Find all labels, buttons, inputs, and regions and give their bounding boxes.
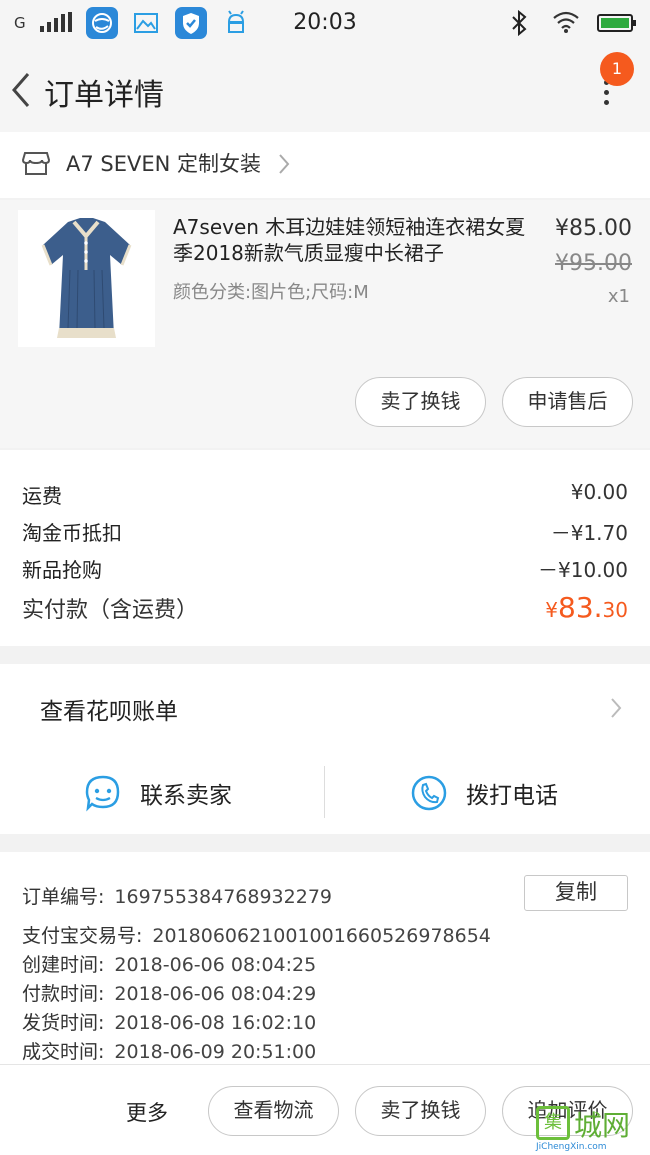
shipping-fee-row: 运费 ¥0.00 (22, 480, 628, 510)
product-original-price: ¥95.00 (555, 251, 632, 276)
product-price: ¥85.00 (555, 216, 632, 241)
info-value: 2018-06-06 08:04:29 (114, 983, 317, 1005)
info-label: 订单编号: (22, 886, 105, 908)
contact-bar: 联系卖家 拨打电话 (0, 752, 650, 834)
status-bar: G 20:03 (0, 0, 650, 46)
total-currency: ¥ (545, 598, 559, 622)
divider (324, 766, 325, 818)
notification-badge: 1 (600, 52, 634, 86)
store-name[interactable]: A7 SEVEN 定制女装 (66, 148, 261, 178)
store-icon (22, 152, 50, 175)
product-thumbnail[interactable] (18, 210, 155, 347)
bluetooth-icon (512, 10, 527, 36)
info-label: 成交时间: (22, 1041, 105, 1063)
copy-button[interactable]: 复制 (524, 875, 628, 911)
cost-label: 淘金币抵扣 (22, 521, 122, 545)
call-phone-button[interactable]: 拨打电话 (410, 752, 610, 834)
created-time-row: 创建时间: 2018-06-06 08:04:25 (22, 950, 316, 977)
paid-time-row: 付款时间: 2018-06-06 08:04:29 (22, 979, 316, 1006)
cost-value: －¥10.00 (538, 558, 628, 582)
coin-deduction-row: 淘金币抵扣 －¥1.70 (22, 517, 628, 547)
resell-button[interactable]: 卖了换钱 (355, 377, 486, 427)
completed-time-row: 成交时间: 2018-06-09 20:51:00 (22, 1037, 316, 1064)
watermark-url: JiChengXin.com (536, 1142, 607, 1152)
total-decimal: 30 (602, 598, 628, 622)
info-value: 2018-06-09 20:51:00 (114, 1041, 317, 1063)
navigation-bar: 订单详情 1 (0, 46, 650, 132)
info-value: 169755384768932279 (114, 886, 332, 908)
info-label: 发货时间: (22, 1012, 105, 1034)
after-sales-button[interactable]: 申请售后 (502, 377, 633, 427)
product-spec: 颜色分类:图片色;尺码:M (173, 282, 369, 303)
back-arrow-icon[interactable] (8, 70, 38, 110)
info-value: 2018-06-06 08:04:25 (114, 954, 317, 976)
view-logistics-button[interactable]: 查看物流 (208, 1086, 339, 1136)
alipay-trade-number-row: 支付宝交易号: 2018060621001001660526978654 (22, 921, 491, 948)
order-number-row: 订单编号: 169755384768932279 (22, 882, 332, 909)
total-integer: 83. (558, 591, 603, 624)
wifi-icon (553, 11, 579, 33)
info-label: 创建时间: (22, 954, 105, 976)
info-label: 付款时间: (22, 983, 105, 1005)
page-title: 订单详情 (44, 78, 164, 113)
cost-label: 运费 (22, 484, 62, 508)
cost-value: －¥1.70 (550, 521, 628, 545)
watermark-logo: 集 (536, 1106, 570, 1140)
info-label: 支付宝交易号: (22, 925, 143, 947)
cost-label: 新品抢购 (22, 558, 102, 582)
resell-bottom-button[interactable]: 卖了换钱 (355, 1086, 486, 1136)
total-paid-label: 实付款（含运费） (22, 598, 199, 623)
watermark-text: 城网 (574, 1109, 631, 1142)
product-title[interactable]: A7seven 木耳边娃娃领短袖连衣裙女夏季2018新款气质显瘦中长裙子 (173, 214, 533, 266)
contact-seller-button[interactable]: 联系卖家 (84, 752, 284, 834)
battery-icon (597, 14, 636, 32)
new-item-discount-row: 新品抢购 －¥10.00 (22, 554, 628, 584)
total-paid-amount: ¥83.30 (545, 591, 628, 624)
phone-icon (411, 775, 447, 811)
more-button[interactable]: 更多 (126, 1097, 168, 1127)
cost-value: ¥0.00 (570, 480, 628, 504)
chat-bubble-icon (85, 775, 120, 812)
chevron-right-icon (279, 154, 290, 174)
contact-seller-label[interactable]: 联系卖家 (140, 776, 232, 810)
site-watermark: 集 城网 JiChengXin.com (532, 1104, 650, 1155)
product-card[interactable]: A7seven 木耳边娃娃领短袖连衣裙女夏季2018新款气质显瘦中长裙子 颜色分… (0, 200, 650, 448)
call-phone-label[interactable]: 拨打电话 (466, 776, 558, 810)
store-header[interactable]: A7 SEVEN 定制女装 (0, 132, 650, 198)
huabei-bill-link[interactable]: 查看花呗账单 (0, 664, 650, 752)
cost-summary: 运费 ¥0.00 淘金币抵扣 －¥1.70 新品抢购 －¥10.00 实付款（含… (0, 450, 650, 646)
info-value: 2018060621001001660526978654 (152, 925, 491, 947)
shipped-time-row: 发货时间: 2018-06-08 16:02:10 (22, 1008, 316, 1035)
product-quantity: x1 (607, 286, 630, 307)
chevron-right-icon (611, 698, 622, 718)
info-value: 2018-06-08 16:02:10 (114, 1012, 317, 1034)
huabei-bill-label[interactable]: 查看花呗账单 (40, 692, 178, 726)
order-info: 订单编号: 169755384768932279 复制 支付宝交易号: 201806… (0, 852, 650, 1064)
